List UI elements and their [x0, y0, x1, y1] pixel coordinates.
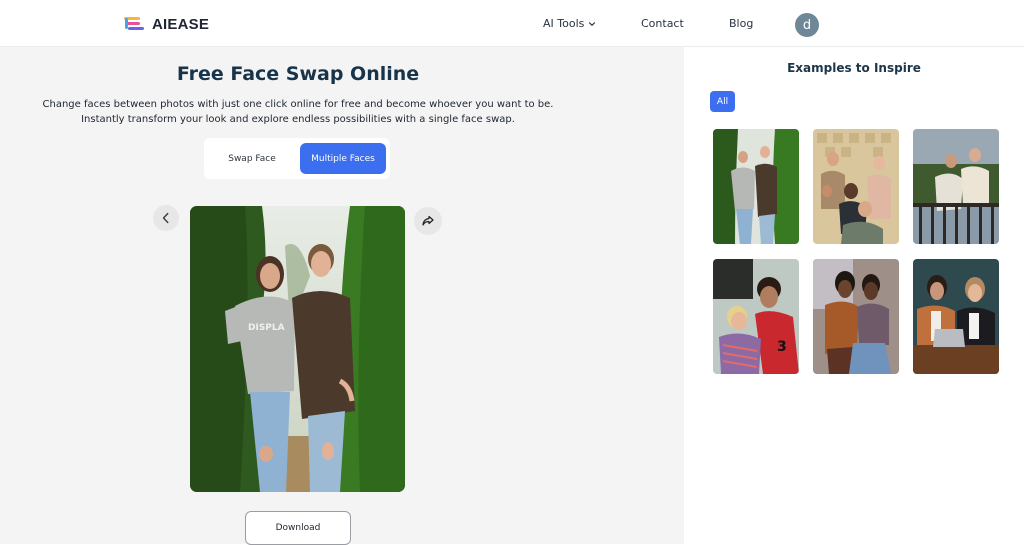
- example-thumbnail-4[interactable]: 3: [713, 259, 799, 374]
- example-thumbnail-6[interactable]: [913, 259, 999, 374]
- tab-swap-face[interactable]: Swap Face: [208, 143, 296, 174]
- face-swap-workspace: Free Face Swap Online Change faces betwe…: [0, 47, 684, 545]
- chevron-down-icon: [589, 21, 596, 26]
- chevron-left-icon: [162, 212, 169, 224]
- result-photo-illustration: DISPLA: [190, 206, 405, 492]
- page-title: Free Face Swap Online: [176, 63, 420, 85]
- mode-toggle: Swap Face Multiple Faces: [204, 138, 390, 179]
- logo-text: AIEASE: [152, 15, 210, 33]
- example-image-3: [913, 129, 999, 244]
- example-thumbnail-2[interactable]: [813, 129, 899, 244]
- svg-text:3: 3: [777, 339, 787, 355]
- nav-ai-tools[interactable]: AI Tools: [543, 17, 596, 30]
- user-avatar[interactable]: d: [795, 13, 819, 37]
- example-thumbnail-1[interactable]: [713, 129, 799, 244]
- back-button[interactable]: [153, 205, 179, 231]
- tab-multiple-faces[interactable]: Multiple Faces: [300, 143, 386, 174]
- download-button[interactable]: Download: [245, 511, 351, 545]
- nav-contact[interactable]: Contact: [641, 17, 684, 30]
- share-button[interactable]: [414, 207, 442, 235]
- result-image: DISPLA: [190, 206, 405, 492]
- share-arrow-icon: [422, 215, 434, 226]
- example-image-4: 3: [713, 259, 799, 374]
- page-subtitle: Change faces between photos with just on…: [42, 99, 554, 125]
- example-thumbnail-5[interactable]: [813, 259, 899, 374]
- examples-title: Examples to Inspire: [787, 61, 921, 75]
- filter-all-button[interactable]: All: [710, 91, 735, 112]
- svg-text:DISPLA: DISPLA: [248, 323, 285, 333]
- aiease-logo-icon: [124, 17, 144, 30]
- example-thumbnail-3[interactable]: [913, 129, 999, 244]
- example-image-5: [813, 259, 899, 374]
- examples-panel: Examples to Inspire All 3: [684, 47, 1024, 544]
- example-image-2: [813, 129, 899, 244]
- example-image-1: [713, 129, 799, 244]
- nav-blog[interactable]: Blog: [729, 17, 753, 30]
- nav-ai-tools-label: AI Tools: [543, 17, 585, 30]
- example-image-6: [913, 259, 999, 374]
- top-navigation-bar: AIEASE AI Tools Contact Blog d: [0, 0, 1024, 47]
- logo[interactable]: AIEASE: [123, 14, 209, 34]
